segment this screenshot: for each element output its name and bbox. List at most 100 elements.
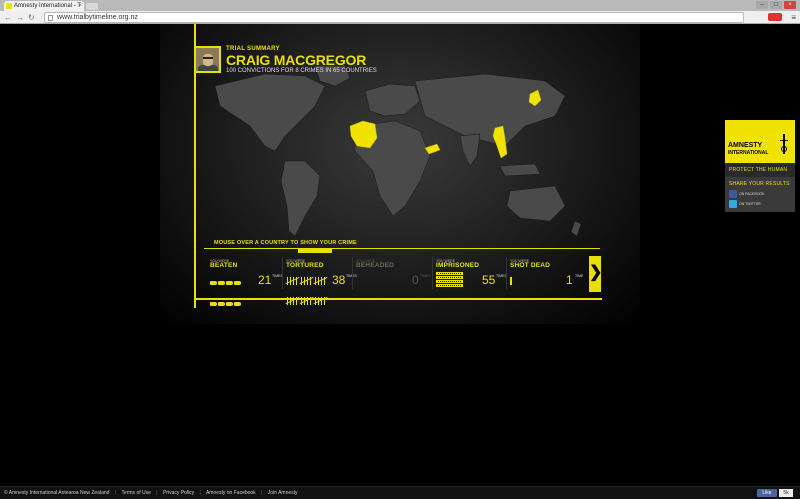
crime-count: 0	[412, 273, 419, 287]
amnesty-logo[interactable]: AMNESTY INTERNATIONAL	[725, 120, 795, 163]
country-india[interactable]	[459, 133, 481, 167]
new-tab-button[interactable]	[86, 3, 98, 10]
crime-times: TIMES	[420, 274, 431, 278]
footer-links: © Amnesty International Aotearoa New Zea…	[4, 489, 302, 498]
tally-icon	[285, 276, 300, 285]
country-indonesia[interactable]	[499, 163, 541, 177]
amnesty-title: AMNESTY	[728, 142, 763, 149]
prison-bar-icons	[436, 272, 463, 288]
world-map[interactable]	[205, 66, 585, 241]
protect-the-human-link[interactable]: PROTECT THE HUMAN	[725, 163, 795, 177]
prison-bars-icon	[436, 280, 463, 283]
menu-icon[interactable]: ≡	[791, 12, 796, 23]
country-australia[interactable]	[506, 185, 566, 222]
like-count: 5k	[779, 489, 793, 497]
share-facebook-label: ON FACEBOOK	[739, 192, 765, 196]
divider	[506, 257, 507, 289]
crime-name: SHOT DEAD	[510, 262, 551, 269]
tab-title: Amnesty International - T	[14, 3, 81, 9]
crime-times: TIME	[575, 274, 584, 278]
crime-name: TORTURED	[286, 262, 324, 269]
facebook-icon	[729, 190, 737, 198]
crime-name: BEHEADED	[356, 262, 395, 269]
avatar-glasses	[203, 57, 213, 59]
fist-icon	[218, 302, 225, 306]
footer-separator: |	[156, 490, 158, 496]
nav-bar: ← → ↻ www.trialbytimeline.org.nz ≡	[0, 11, 800, 24]
avatar	[194, 46, 221, 73]
country-north-america[interactable]	[214, 73, 326, 152]
crime-imprisoned[interactable]: YOU WERE IMPRISONED 55 TIMES	[436, 253, 510, 298]
footer-terms-link[interactable]: Terms of Use	[121, 490, 150, 496]
footer-privacy-link[interactable]: Privacy Policy	[163, 490, 194, 496]
person-name: CRAIG MACGREGOR	[226, 52, 367, 68]
window-controls: – □ ×	[756, 1, 796, 9]
crime-summary: YOU WERE BEATEN 21 TIMES YOU WERE TORTUR…	[194, 253, 600, 306]
share-panel: SHARE YOUR RESULTS ON FACEBOOK ON TWITTE…	[725, 177, 795, 212]
tally-icons	[285, 272, 328, 310]
crime-count: 55	[482, 273, 496, 287]
prison-bars-icon	[436, 276, 463, 279]
fist-icon	[210, 302, 217, 306]
page-icon	[48, 15, 53, 21]
bullet-icons	[510, 272, 512, 290]
fist-icon	[210, 281, 217, 285]
share-title: SHARE YOUR RESULTS	[729, 181, 790, 187]
prison-bars-icon	[436, 272, 463, 275]
forward-button[interactable]: →	[16, 12, 24, 23]
tally-icon	[299, 276, 314, 285]
back-button[interactable]: ←	[4, 12, 12, 23]
divider	[282, 257, 283, 289]
share-twitter-label: ON TWITTER	[739, 202, 761, 206]
country-new-zealand[interactable]	[570, 220, 582, 237]
minimize-button[interactable]: –	[756, 1, 768, 9]
bottom-line	[194, 298, 602, 300]
tab-strip: Amnesty International - T × – □ ×	[0, 0, 800, 11]
url-text: www.trialbytimeline.org.nz	[57, 14, 138, 21]
share-facebook-button[interactable]: ON FACEBOOK	[729, 190, 791, 198]
country-asia[interactable]	[414, 73, 566, 147]
fist-icon	[234, 281, 241, 285]
crime-name: BEATEN	[210, 262, 238, 269]
divider-line	[204, 248, 600, 249]
amnesty-subtitle: INTERNATIONAL	[728, 150, 769, 156]
next-arrow-button[interactable]: ❯	[589, 256, 602, 292]
reload-button[interactable]: ↻	[28, 12, 35, 23]
divider	[432, 257, 433, 289]
footer-join-link[interactable]: Join Amnesty	[268, 490, 298, 496]
browser-tab[interactable]: Amnesty International - T ×	[4, 1, 84, 11]
share-twitter-button[interactable]: ON TWITTER	[729, 200, 791, 208]
fist-icons	[210, 272, 242, 311]
crime-shot-dead[interactable]: YOU WERE SHOT DEAD 1 TIME	[510, 253, 586, 298]
close-window-button[interactable]: ×	[784, 1, 796, 9]
maximize-button[interactable]: □	[770, 1, 782, 9]
crime-name: IMPRISONED	[436, 262, 480, 269]
footer-facebook-link[interactable]: Amnesty on Facebook	[206, 490, 256, 496]
avatar-face	[203, 54, 213, 66]
fist-icon	[218, 281, 225, 285]
tally-icon	[313, 276, 328, 285]
twitter-icon	[729, 200, 737, 208]
crime-count: 21	[258, 273, 272, 287]
prison-bars-icon	[436, 284, 463, 287]
bullet-icon	[510, 277, 512, 285]
crime-count: 1	[566, 273, 573, 287]
avatar-photo	[196, 48, 219, 71]
fist-icon	[234, 302, 241, 306]
facebook-like-button[interactable]: Like	[757, 489, 777, 497]
browser-chrome: Amnesty International - T × – □ × ← → ↻ …	[0, 0, 800, 24]
extension-icon[interactable]	[768, 13, 782, 21]
crime-beheaded[interactable]: YOU WERE BEHEADED 0 TIMES	[356, 253, 432, 298]
tab-close-icon[interactable]: ×	[78, 1, 82, 11]
country-europe[interactable]	[364, 83, 421, 117]
summary-subtitle: 100 CONVICTIONS FOR 8 CRIMES IN 65 COUNT…	[226, 68, 377, 74]
candle-icon	[780, 134, 788, 158]
fist-icon	[226, 302, 233, 306]
country-south-america[interactable]	[280, 160, 321, 237]
country-algeria-highlight[interactable]	[349, 120, 378, 149]
footer-copyright: © Amnesty International Aotearoa New Zea…	[4, 490, 110, 496]
amnesty-widget: AMNESTY INTERNATIONAL PROTECT THE HUMAN …	[725, 120, 795, 212]
address-bar[interactable]: www.trialbytimeline.org.nz	[44, 12, 744, 23]
footer: © Amnesty International Aotearoa New Zea…	[0, 486, 800, 499]
crime-beaten[interactable]: YOU WERE BEATEN 21 TIMES	[210, 253, 290, 306]
